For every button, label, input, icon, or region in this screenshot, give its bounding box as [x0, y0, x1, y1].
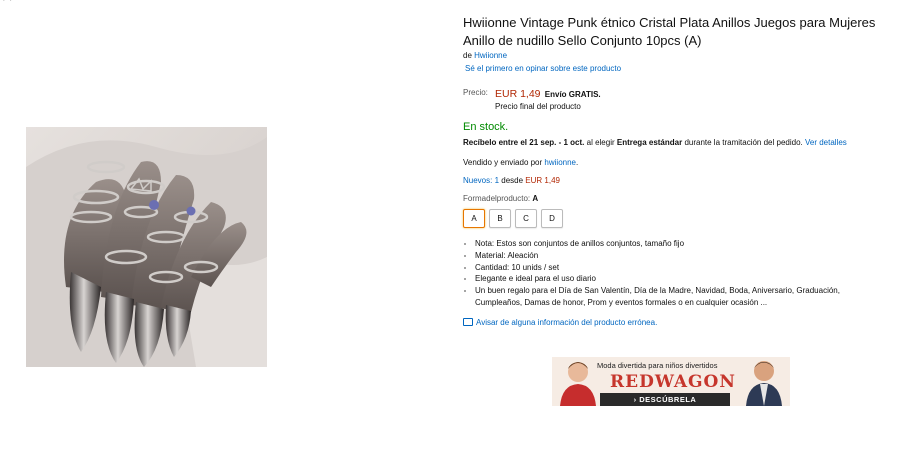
truncated-top-element: · · [2, 0, 13, 6]
new-offers-price: EUR 1,49 [525, 176, 560, 185]
seller-suffix: . [575, 158, 579, 167]
child-photo-right [746, 361, 782, 406]
variant-selector: A B C D [463, 209, 883, 228]
report-info: Avisar de alguna información del product… [463, 318, 883, 327]
product-title: Hwiionne Vintage Punk étnico Cristal Pla… [463, 15, 876, 48]
delivery-info: Recíbelo entre el 21 sep. - 1 oct. al el… [463, 137, 883, 149]
rings-on-hand-photo [26, 127, 267, 367]
ad-cta-button[interactable]: › DESCÚBRELA [600, 393, 730, 406]
variant-label: Formadelproducto: A [463, 194, 883, 203]
price-note: Precio final del producto [495, 102, 581, 111]
new-from-label: desde [499, 176, 526, 185]
ad-brand-logo: REDWAGON [610, 372, 736, 392]
variant-selected-value: A [532, 194, 539, 203]
speech-bubble-icon [463, 318, 473, 327]
by-label: de [463, 51, 472, 60]
seller-info: Vendido y enviado por hwiionne. [463, 158, 883, 167]
delivery-method: Entrega estándar [616, 138, 683, 147]
delivery-dates: Recíbelo entre el 21 sep. - 1 oct. [463, 138, 585, 147]
ad-tagline: Moda divertida para niños divertidos [597, 361, 718, 370]
price-row: Precio: EUR 1,49 Envío GRATIS. [463, 88, 883, 100]
report-info-link[interactable]: Avisar de alguna información del product… [476, 318, 657, 327]
delivery-tail: durante la tramitación del pedido. [682, 138, 805, 147]
feature-bullet: Elegante e ideal para el uso diario [475, 273, 883, 285]
byline: de Hwiionne [463, 51, 883, 60]
variant-option-d[interactable]: D [541, 209, 563, 228]
product-image[interactable] [26, 127, 267, 367]
variant-option-c[interactable]: C [515, 209, 537, 228]
feature-bullet: Nota: Estos son conjuntos de anillos con… [475, 238, 883, 250]
delivery-details-link[interactable]: Ver detalles [805, 138, 847, 147]
seller-link[interactable]: hwiionne [544, 158, 576, 167]
product-details: Hwiionne Vintage Punk étnico Cristal Pla… [463, 14, 883, 327]
price-value: EUR 1,49 [495, 88, 541, 100]
shipping-label: Envío GRATIS. [544, 90, 601, 99]
delivery-mid: al elegir [584, 138, 617, 147]
feature-bullets: Nota: Estos son conjuntos de anillos con… [463, 238, 883, 309]
variant-label-text: Formadelproducto: [463, 194, 531, 203]
feature-bullet: Cantidad: 10 unids / set [475, 262, 883, 274]
stock-status: En stock. [463, 121, 509, 133]
variant-option-a[interactable]: A [463, 209, 485, 228]
brand-link[interactable]: Hwiionne [474, 51, 507, 60]
seller-prefix: Vendido y enviado por [463, 158, 545, 167]
feature-bullet: Material: Aleación [475, 250, 883, 262]
price-label: Precio: [463, 88, 488, 97]
write-review-link[interactable]: Sé el primero en opinar sobre este produ… [465, 64, 883, 73]
new-offers-link[interactable]: Nuevos: 1 [463, 176, 499, 185]
child-photo-left [560, 362, 596, 406]
variant-option-b[interactable]: B [489, 209, 511, 228]
new-offers: Nuevos: 1 desde EUR 1,49 [463, 176, 883, 185]
feature-bullet: Un buen regalo para el Día de San Valent… [475, 285, 883, 309]
ad-banner[interactable]: Moda divertida para niños divertidos RED… [552, 357, 790, 406]
